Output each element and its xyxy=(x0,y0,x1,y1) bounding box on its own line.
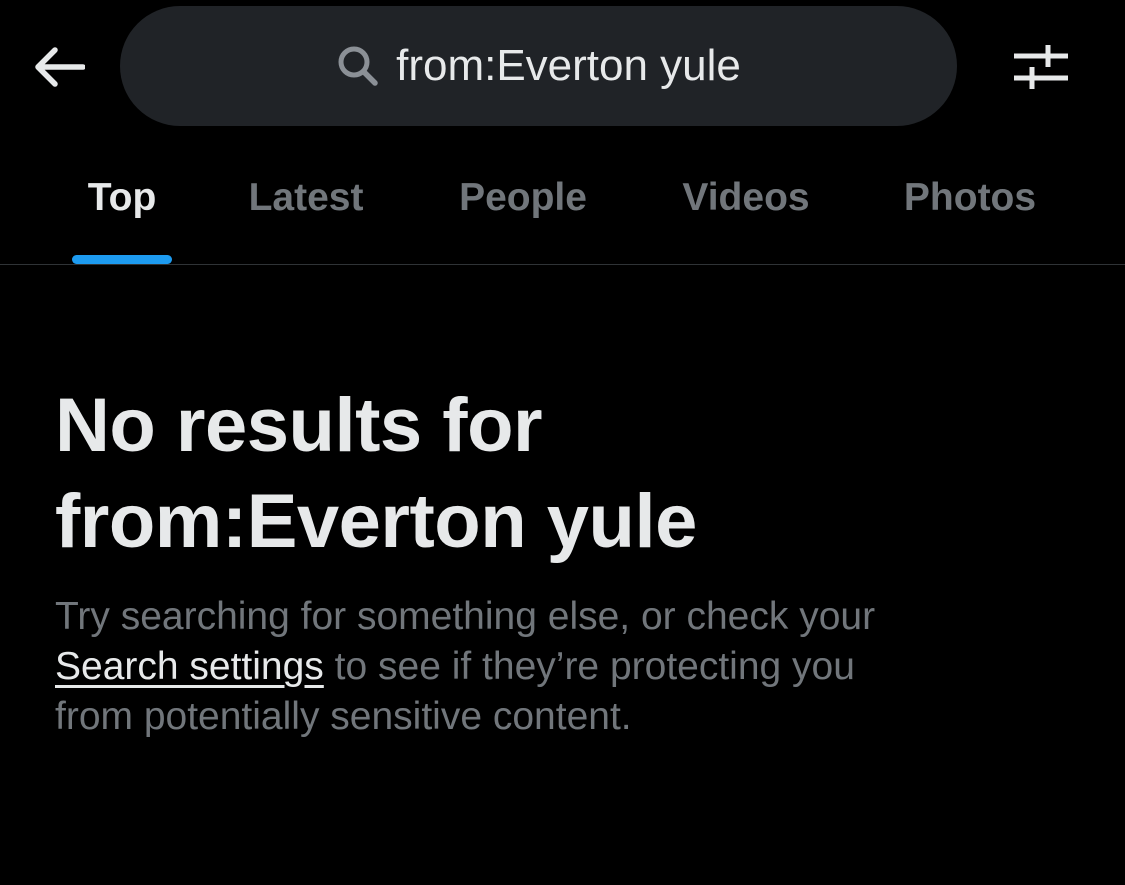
empty-state-title-query: from:Everton yule xyxy=(55,479,697,564)
tab-people[interactable]: People xyxy=(440,148,606,264)
arrow-left-icon xyxy=(35,47,85,87)
search-header: from:Everton yule xyxy=(0,0,1125,132)
empty-state-title-line: No results for xyxy=(55,383,543,468)
tab-label: Latest xyxy=(248,176,364,219)
search-input-content: from:Everton yule xyxy=(336,41,741,91)
active-tab-indicator xyxy=(72,255,172,264)
tab-photos[interactable]: Photos xyxy=(884,148,1056,264)
empty-state-message-line: Try searching for something else, or che… xyxy=(55,595,876,638)
tab-videos[interactable]: Videos xyxy=(662,148,830,264)
tab-latest[interactable]: Latest xyxy=(230,148,382,264)
tabs-divider xyxy=(0,264,1125,265)
empty-state-message-text: to see if they’re protecting you xyxy=(323,645,855,688)
search-icon xyxy=(336,44,380,88)
empty-state-title: No results for from:Everton yule xyxy=(55,378,1075,570)
tab-top[interactable]: Top xyxy=(72,148,172,264)
tab-label: People xyxy=(459,176,587,219)
search-settings-link[interactable]: Search settings xyxy=(55,645,324,688)
tab-label: Videos xyxy=(682,176,810,219)
search-filters-button[interactable] xyxy=(1008,36,1074,98)
sliders-icon xyxy=(1014,45,1068,89)
search-input[interactable]: from:Everton yule xyxy=(120,6,957,126)
empty-state-message-line: from potentially sensitive content. xyxy=(55,695,632,738)
tab-label: Photos xyxy=(903,176,1037,219)
search-tabs: Top Latest People Videos Photos xyxy=(0,148,1125,264)
tab-label: Top xyxy=(87,176,157,219)
empty-state-message: Try searching for something else, or che… xyxy=(55,592,1075,742)
back-button[interactable] xyxy=(28,36,90,98)
empty-state-message-line: Search settings to see if they’re protec… xyxy=(55,642,1075,692)
empty-state: No results for from:Everton yule Try sea… xyxy=(55,378,1075,742)
search-query-text: from:Everton yule xyxy=(396,41,741,90)
